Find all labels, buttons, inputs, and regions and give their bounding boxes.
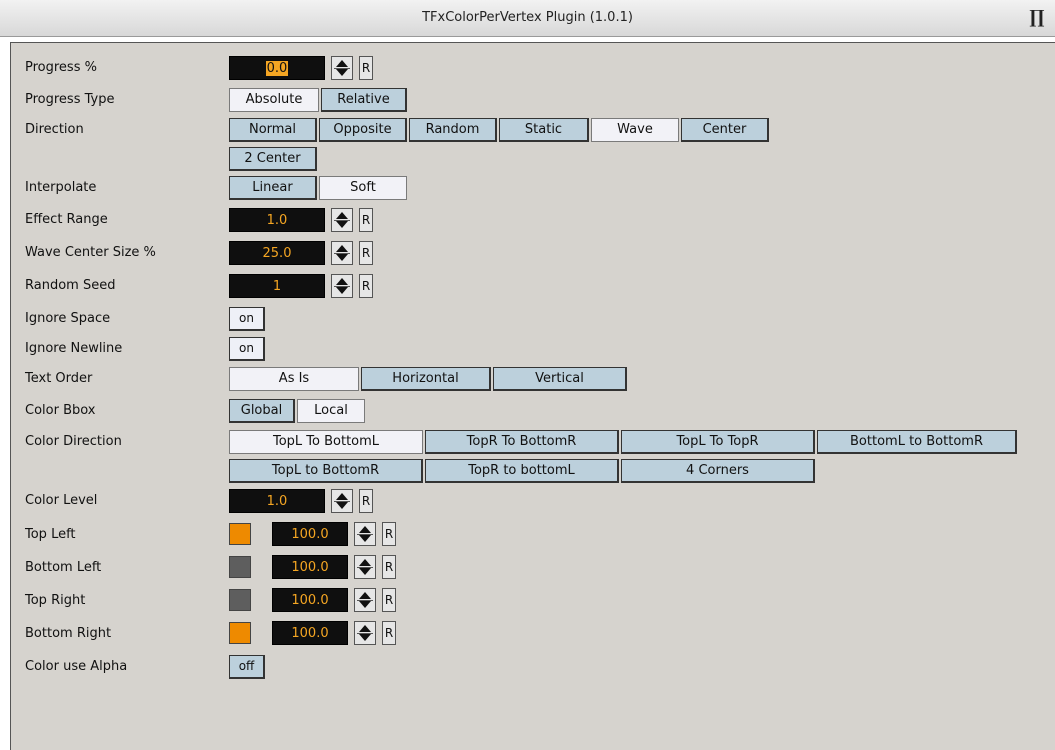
direction-wave[interactable]: Wave — [591, 118, 679, 142]
interpolate-linear[interactable]: Linear — [229, 176, 317, 200]
ignore-space-toggle[interactable]: on — [229, 307, 265, 331]
progress-type-absolute[interactable]: Absolute — [229, 88, 319, 112]
ignore-space-label: Ignore Space — [25, 311, 111, 326]
color-level-label: Color Level — [25, 493, 98, 508]
direction-opposite[interactable]: Opposite — [319, 118, 407, 142]
progress-label: Progress % — [25, 60, 97, 75]
color-direction-bottoml-to-bottomr[interactable]: BottomL to BottomR — [817, 430, 1017, 454]
top-right-spinner[interactable] — [354, 588, 376, 612]
random-seed-reset-button[interactable]: R — [359, 274, 373, 298]
random-seed-spinner[interactable] — [331, 274, 353, 298]
interpolate-label: Interpolate — [25, 180, 97, 195]
direction-label: Direction — [25, 122, 84, 137]
wave-center-size-spinner[interactable] — [331, 241, 353, 265]
wave-center-size-label: Wave Center Size % — [25, 245, 156, 260]
color-bbox-local[interactable]: Local — [297, 399, 365, 423]
color-direction-4-corners[interactable]: 4 Corners — [621, 459, 815, 483]
bottom-left-reset-button[interactable]: R — [382, 555, 396, 579]
color-bbox-label: Color Bbox — [25, 403, 96, 418]
color-level-reset-button[interactable]: R — [359, 489, 373, 513]
effect-range-spinner[interactable] — [331, 208, 353, 232]
direction-2-center[interactable]: 2 Center — [229, 147, 317, 171]
effect-range-label: Effect Range — [25, 212, 108, 227]
color-bbox-global[interactable]: Global — [229, 399, 295, 423]
color-level-input[interactable]: 1.0 — [229, 489, 325, 513]
bottom-right-label: Bottom Right — [25, 626, 112, 641]
color-direction-topl-to-bottoml[interactable]: TopL To BottomL — [229, 430, 423, 454]
color-use-alpha-toggle[interactable]: off — [229, 655, 265, 679]
text-order-as-is[interactable]: As Is — [229, 367, 359, 391]
color-direction-topl-to-topr[interactable]: TopL To TopR — [621, 430, 815, 454]
window-title: TFxColorPerVertex Plugin (1.0.1) — [422, 10, 633, 25]
plugin-logo-icon[interactable]: ∏ — [1025, 8, 1049, 28]
bottom-right-input[interactable]: 100.0 — [272, 621, 348, 645]
bottom-right-reset-button[interactable]: R — [382, 621, 396, 645]
wave-center-size-reset-button[interactable]: R — [359, 241, 373, 265]
bottom-right-spinner[interactable] — [354, 621, 376, 645]
title-bar: TFxColorPerVertex Plugin (1.0.1) ∏ — [0, 0, 1055, 37]
bottom-right-color-swatch[interactable] — [229, 622, 251, 644]
top-left-label: Top Left — [25, 527, 76, 542]
direction-static[interactable]: Static — [499, 118, 589, 142]
color-use-alpha-label: Color use Alpha — [25, 659, 128, 674]
text-order-label: Text Order — [25, 371, 93, 386]
top-right-reset-button[interactable]: R — [382, 588, 396, 612]
color-direction-topl-to-bottomr[interactable]: TopL to BottomR — [229, 459, 423, 483]
progress-type-label: Progress Type — [25, 92, 115, 107]
top-left-spinner[interactable] — [354, 522, 376, 546]
bottom-left-spinner[interactable] — [354, 555, 376, 579]
bottom-left-color-swatch[interactable] — [229, 556, 251, 578]
bottom-left-label: Bottom Left — [25, 560, 102, 575]
ignore-newline-label: Ignore Newline — [25, 341, 123, 356]
plugin-panel — [10, 42, 1055, 750]
top-right-label: Top Right — [25, 593, 86, 608]
color-direction-topr-to-bottomr[interactable]: TopR To BottomR — [425, 430, 619, 454]
color-direction-topr-to-bottoml[interactable]: TopR to bottomL — [425, 459, 619, 483]
ignore-newline-toggle[interactable]: on — [229, 337, 265, 361]
wave-center-size-input[interactable]: 25.0 — [229, 241, 325, 265]
bottom-left-input[interactable]: 100.0 — [272, 555, 348, 579]
text-order-vertical[interactable]: Vertical — [493, 367, 627, 391]
progress-reset-button[interactable]: R — [359, 56, 373, 80]
top-right-input[interactable]: 100.0 — [272, 588, 348, 612]
top-left-color-swatch[interactable] — [229, 523, 251, 545]
color-level-spinner[interactable] — [331, 489, 353, 513]
effect-range-reset-button[interactable]: R — [359, 208, 373, 232]
color-direction-label: Color Direction — [25, 434, 122, 449]
direction-random[interactable]: Random — [409, 118, 497, 142]
effect-range-input[interactable]: 1.0 — [229, 208, 325, 232]
direction-center[interactable]: Center — [681, 118, 769, 142]
progress-type-relative[interactable]: Relative — [321, 88, 407, 112]
top-left-reset-button[interactable]: R — [382, 522, 396, 546]
direction-normal[interactable]: Normal — [229, 118, 317, 142]
top-right-color-swatch[interactable] — [229, 589, 251, 611]
progress-spinner[interactable] — [331, 56, 353, 80]
top-left-input[interactable]: 100.0 — [272, 522, 348, 546]
random-seed-input[interactable]: 1 — [229, 274, 325, 298]
interpolate-soft[interactable]: Soft — [319, 176, 407, 200]
progress-input[interactable]: 0.0 — [229, 56, 325, 80]
text-order-horizontal[interactable]: Horizontal — [361, 367, 491, 391]
random-seed-label: Random Seed — [25, 278, 116, 293]
